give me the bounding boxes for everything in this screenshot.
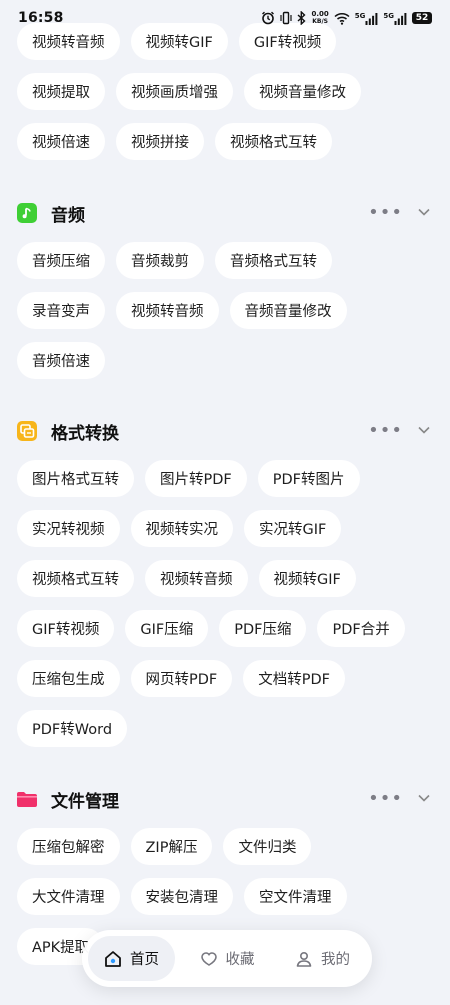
chip-row: 视频提取 视频画质增强 视频音量修改 xyxy=(17,73,433,110)
status-icons: 0.00 KB/S 5G 5G 52 xyxy=(261,11,432,25)
chip-row: 音频压缩 音频裁剪 音频格式互转 xyxy=(17,242,433,279)
tool-chip[interactable]: 安装包清理 xyxy=(130,878,233,915)
section-title: 文件管理 xyxy=(51,791,119,812)
section-header: 格式转换 ••• xyxy=(17,416,433,446)
tool-chip[interactable]: 视频转GIF xyxy=(258,560,356,597)
tool-chip[interactable]: 网页转PDF xyxy=(130,660,233,697)
tool-chip[interactable]: 压缩包解密 xyxy=(17,828,120,865)
tool-chip[interactable]: GIF压缩 xyxy=(125,610,209,647)
status-time: 16:58 xyxy=(18,10,64,26)
chevron-down-icon[interactable] xyxy=(417,422,431,441)
more-icon[interactable]: ••• xyxy=(368,422,403,440)
chip-row: 大文件清理 安装包清理 空文件清理 xyxy=(17,878,433,915)
chip-row: 录音变声 视频转音频 音频音量修改 xyxy=(17,292,433,329)
section-actions: ••• xyxy=(368,422,431,441)
chip-row: 音频倍速 xyxy=(17,342,433,379)
tool-chip[interactable]: 大文件清理 xyxy=(17,878,120,915)
audio-section: 音频 ••• 音频压缩 音频裁剪 音频格式互转 录音变声 视频转音频 音频音量修… xyxy=(17,198,433,379)
signal-1-label: 5G xyxy=(354,11,366,20)
tool-chip[interactable]: 视频音量修改 xyxy=(244,73,361,110)
tool-chip[interactable]: 视频格式互转 xyxy=(17,560,134,597)
tool-chip[interactable]: 视频转音频 xyxy=(145,560,248,597)
tool-chip[interactable]: 视频倍速 xyxy=(17,123,105,160)
signal-icon-2: 5G xyxy=(383,12,407,25)
tool-list: 视频转音频 视频转GIF GIF转视频 视频提取 视频画质增强 视频音量修改 视… xyxy=(0,0,450,1005)
section-actions: ••• xyxy=(368,204,431,223)
tab-mine[interactable]: 我的 xyxy=(279,936,366,981)
tool-chip[interactable]: 空文件清理 xyxy=(244,878,347,915)
format-section: 格式转换 ••• 图片格式互转 图片转PDF PDF转图片 实况转视频 视频转实… xyxy=(17,416,433,747)
tool-chip[interactable]: GIF转视频 xyxy=(17,610,115,647)
tool-chip[interactable]: ZIP解压 xyxy=(130,828,213,865)
tool-chip[interactable]: 音频音量修改 xyxy=(229,292,347,329)
tool-chip[interactable]: 视频转音频 xyxy=(116,292,219,329)
chip-row: GIF转视频 GIF压缩 PDF压缩 PDF合并 xyxy=(17,610,433,647)
tool-chip[interactable]: 视频格式互转 xyxy=(215,123,332,160)
chevron-down-icon[interactable] xyxy=(417,204,431,223)
tool-chip[interactable]: 实况转GIF xyxy=(244,510,342,547)
home-icon xyxy=(105,950,121,967)
tool-chip[interactable]: 图片转PDF xyxy=(145,460,247,497)
tool-chip[interactable]: 录音变声 xyxy=(17,292,105,329)
more-icon[interactable]: ••• xyxy=(368,790,403,808)
favorites-icon xyxy=(200,951,217,966)
tab-mine-label: 我的 xyxy=(321,952,350,968)
tool-chip[interactable]: PDF合并 xyxy=(317,610,405,647)
section-header: 文件管理 ••• xyxy=(17,784,433,814)
wifi-icon xyxy=(334,12,350,25)
tool-chip[interactable]: 音频裁剪 xyxy=(116,242,204,279)
tab-home[interactable]: 首页 xyxy=(88,936,175,981)
chip-row: 实况转视频 视频转实况 实况转GIF xyxy=(17,510,433,547)
music-note-icon xyxy=(17,203,37,223)
battery-indicator: 52 xyxy=(412,12,432,24)
chip-row: 压缩包生成 网页转PDF 文档转PDF xyxy=(17,660,433,697)
tool-chip[interactable]: 实况转视频 xyxy=(17,510,120,547)
more-icon[interactable]: ••• xyxy=(368,204,403,222)
chevron-down-icon[interactable] xyxy=(417,790,431,809)
section-title-wrap: 格式转换 xyxy=(17,419,119,444)
net-speed-value: 0.00 xyxy=(311,10,329,18)
section-title: 音频 xyxy=(51,205,85,226)
convert-icon xyxy=(17,421,37,441)
signal-2-label: 5G xyxy=(383,11,394,20)
chip-row: 视频格式互转 视频转音频 视频转GIF xyxy=(17,560,433,597)
status-bar: 16:58 0.00 KB/S 5G 5G 52 xyxy=(0,0,450,36)
tool-chip[interactable]: PDF转图片 xyxy=(257,460,360,497)
tool-chip[interactable]: 文件归类 xyxy=(223,828,312,865)
chip-row: 图片格式互转 图片转PDF PDF转图片 xyxy=(17,460,433,497)
tool-chip[interactable]: 压缩包生成 xyxy=(17,660,120,697)
tool-chip[interactable]: 音频压缩 xyxy=(17,242,105,279)
net-speed-unit: KB/S xyxy=(312,18,328,25)
tool-chip[interactable]: 视频画质增强 xyxy=(116,73,233,110)
section-header: 音频 ••• xyxy=(17,198,433,228)
tool-chip[interactable]: PDF转Word xyxy=(17,710,128,747)
bottom-tab-bar: 首页 收藏 我的 xyxy=(82,930,372,987)
folder-icon xyxy=(17,789,37,809)
tool-chip[interactable]: 视频拼接 xyxy=(116,123,204,160)
bluetooth-icon xyxy=(297,11,306,25)
tool-chip[interactable]: 音频格式互转 xyxy=(215,242,332,279)
tool-chip[interactable]: 图片格式互转 xyxy=(17,460,134,497)
chip-row: 视频倍速 视频拼接 视频格式互转 xyxy=(17,123,433,160)
chip-row: PDF转Word xyxy=(17,710,433,747)
tab-favorites-label: 收藏 xyxy=(225,952,255,968)
tool-chip[interactable]: 文档转PDF xyxy=(243,660,345,697)
tool-chip[interactable]: PDF压缩 xyxy=(219,610,307,647)
tab-favorites[interactable]: 收藏 xyxy=(184,936,271,981)
section-title-wrap: 音频 xyxy=(17,201,85,226)
tool-chip[interactable]: 视频提取 xyxy=(17,73,105,110)
section-title-wrap: 文件管理 xyxy=(17,787,119,812)
alarm-icon xyxy=(261,11,275,25)
tool-chip[interactable]: 视频转实况 xyxy=(130,510,233,547)
vibrate-icon xyxy=(280,11,293,25)
net-speed: 0.00 KB/S xyxy=(311,10,329,26)
chip-row: 压缩包解密 ZIP解压 文件归类 xyxy=(17,828,433,865)
user-icon xyxy=(296,951,312,967)
signal-icon-1: 5G xyxy=(355,12,379,25)
tool-chip[interactable]: 音频倍速 xyxy=(17,342,105,379)
tab-home-label: 首页 xyxy=(130,952,159,968)
section-title: 格式转换 xyxy=(51,423,119,444)
section-actions: ••• xyxy=(368,790,431,809)
